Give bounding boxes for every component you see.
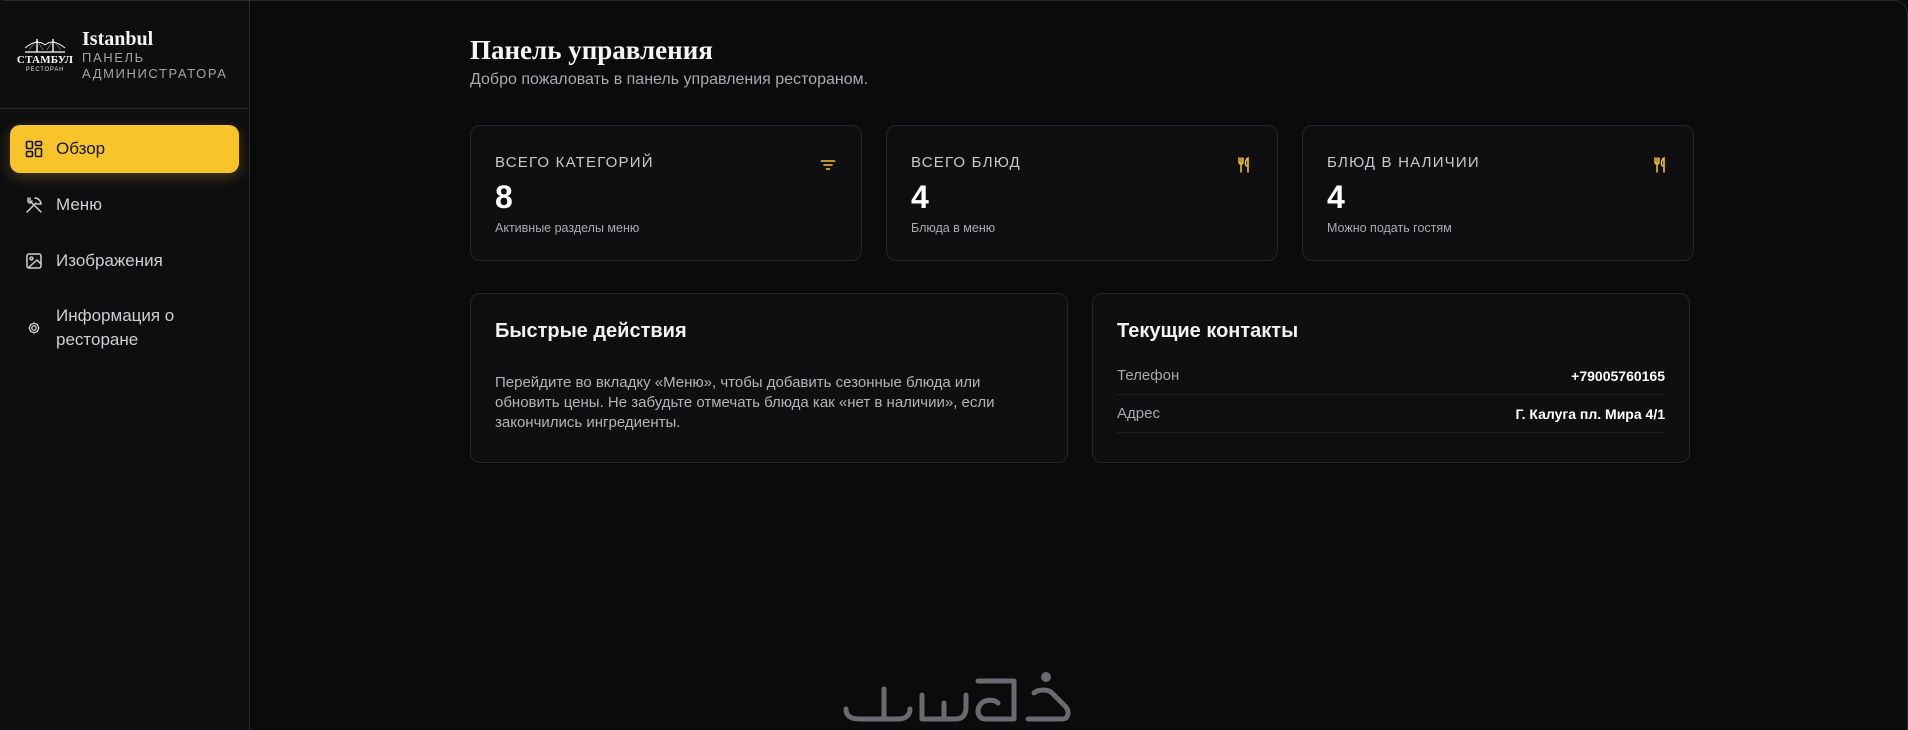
page-subtitle: Добро пожаловать в панель управления рес… bbox=[470, 71, 869, 88]
sidebar-item-overview[interactable]: Обзор bbox=[10, 125, 239, 173]
brand-role: Панель администратора bbox=[82, 49, 228, 81]
watermark-logo bbox=[838, 665, 1074, 725]
stat-note: Можно подать гостям bbox=[1327, 221, 1452, 235]
bridge-icon bbox=[24, 38, 66, 53]
restaurant-logo: СТАМБУЛ РЕСТОРАН bbox=[16, 30, 74, 80]
stats-row: Всего категорий 8 Активные разделы меню … bbox=[470, 125, 1694, 261]
panels-row: Быстрые действия Перейдите во вкладку «М… bbox=[470, 293, 1690, 463]
panel-title: Быстрые действия bbox=[495, 320, 687, 342]
stat-value: 4 bbox=[1327, 179, 1345, 215]
stat-note: Активные разделы меню bbox=[495, 221, 640, 235]
sidebar-item-restaurant-info[interactable]: Информация о ресторане bbox=[10, 293, 239, 363]
contact-row-phone: Телефон +79005760165 bbox=[1117, 357, 1665, 395]
stat-title: Всего категорий bbox=[495, 154, 654, 171]
stat-card-categories: Всего категорий 8 Активные разделы меню bbox=[470, 125, 862, 261]
sidebar-item-label: Изображения bbox=[56, 251, 163, 270]
dashboard-grid-icon bbox=[24, 139, 44, 159]
panel-title: Текущие контакты bbox=[1117, 320, 1299, 342]
quick-actions-text: Перейдите во вкладку «Меню», чтобы добав… bbox=[495, 374, 995, 431]
sidebar-item-images[interactable]: Изображения bbox=[10, 237, 239, 285]
contact-value: +79005760165 bbox=[1571, 367, 1665, 384]
quick-actions-panel: Быстрые действия Перейдите во вкладку «М… bbox=[470, 293, 1068, 463]
contact-label: Адрес bbox=[1117, 405, 1160, 422]
sidebar-nav: Обзор Меню Изображения Информация о рест… bbox=[0, 109, 249, 363]
brand-name: Istanbul bbox=[82, 27, 154, 50]
stat-value: 4 bbox=[911, 179, 929, 215]
image-icon bbox=[24, 251, 44, 271]
gear-icon bbox=[24, 318, 44, 338]
stat-title: Блюд в наличии bbox=[1327, 154, 1480, 171]
logo-title: СТАМБУЛ bbox=[16, 53, 74, 66]
page-title: Панель управления bbox=[470, 35, 713, 65]
app-window: СТАМБУЛ РЕСТОРАН Istanbul Панель админис… bbox=[0, 0, 1908, 730]
sidebar-item-label: Обзор bbox=[56, 139, 106, 158]
stat-card-available: Блюд в наличии 4 Можно подать гостям bbox=[1302, 125, 1694, 261]
sidebar-item-label: Меню bbox=[56, 195, 102, 214]
utensils-crossed-icon bbox=[24, 195, 44, 215]
contacts-panel: Текущие контакты Телефон +79005760165 Ад… bbox=[1092, 293, 1690, 463]
stat-title: Всего блюд bbox=[911, 154, 1021, 171]
logo-subtitle: РЕСТОРАН bbox=[25, 66, 65, 73]
stat-value: 8 bbox=[495, 179, 513, 215]
sidebar-item-label: Информация о ресторане bbox=[56, 306, 175, 349]
contact-label: Телефон bbox=[1117, 367, 1180, 384]
brand-header: СТАМБУЛ РЕСТОРАН Istanbul Панель админис… bbox=[0, 1, 249, 109]
contact-row-address: Адрес Г. Калуга пл. Мира 4/1 bbox=[1117, 395, 1665, 433]
utensils-icon bbox=[1651, 156, 1669, 174]
contact-value: Г. Калуга пл. Мира 4/1 bbox=[1515, 405, 1665, 422]
sidebar: СТАМБУЛ РЕСТОРАН Istanbul Панель админис… bbox=[0, 1, 250, 730]
filter-icon bbox=[819, 156, 837, 174]
sidebar-item-menu[interactable]: Меню bbox=[10, 181, 239, 229]
stat-card-dishes: Всего блюд 4 Блюда в меню bbox=[886, 125, 1278, 261]
stat-note: Блюда в меню bbox=[911, 221, 996, 235]
utensils-icon bbox=[1235, 156, 1253, 174]
